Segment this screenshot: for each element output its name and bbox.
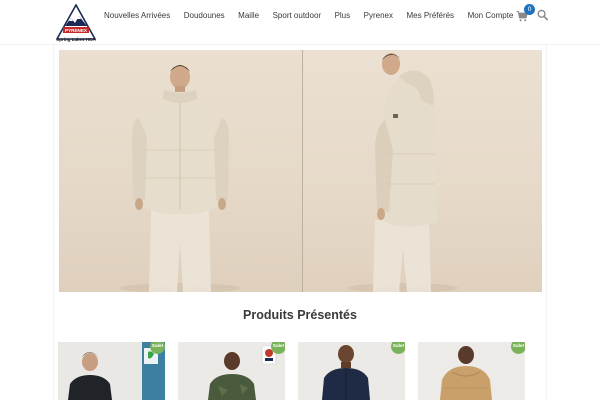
site-header: PYRENEX Spring Lakes HOA Nouvelles Arriv… bbox=[0, 0, 600, 44]
nav-item-maille[interactable]: Maille bbox=[238, 11, 259, 20]
sale-badge: Sale! bbox=[511, 342, 525, 354]
nav-item-sport-outdoor[interactable]: Sport outdoor bbox=[273, 11, 321, 20]
featured-products-title: Produits Présentés bbox=[243, 308, 357, 322]
nav-item-nouvelles-arrivees[interactable]: Nouvelles Arrivées bbox=[104, 11, 170, 20]
logo-subtitle: Spring Lakes HOA bbox=[56, 37, 96, 42]
sale-badge: Sale! bbox=[391, 342, 405, 354]
search-icon[interactable] bbox=[537, 8, 548, 21]
hero-image-front bbox=[59, 50, 302, 292]
hero-image-side bbox=[303, 50, 542, 292]
nav-item-doudounes[interactable]: Doudounes bbox=[184, 11, 225, 20]
hero-banner[interactable] bbox=[59, 50, 542, 292]
product-card[interactable]: Sale! bbox=[178, 342, 285, 400]
cart-count-badge: 0 bbox=[524, 4, 535, 15]
nav-item-mes-preferes[interactable]: Mes Préférés bbox=[406, 11, 454, 20]
product-card[interactable]: Sale! bbox=[418, 342, 525, 400]
product-card[interactable]: Sale! bbox=[298, 342, 405, 400]
sale-badge: Sale! bbox=[271, 342, 285, 354]
svg-text:PYRENEX: PYRENEX bbox=[65, 28, 88, 33]
nav-item-pyrenex[interactable]: Pyrenex bbox=[364, 11, 393, 20]
product-card[interactable]: Sale! bbox=[58, 342, 165, 400]
nav-item-mon-compte[interactable]: Mon Compte bbox=[468, 11, 514, 20]
nav-item-plus[interactable]: Plus bbox=[335, 11, 351, 20]
main-navigation: Nouvelles Arrivées Doudounes Maille Spor… bbox=[104, 9, 513, 21]
